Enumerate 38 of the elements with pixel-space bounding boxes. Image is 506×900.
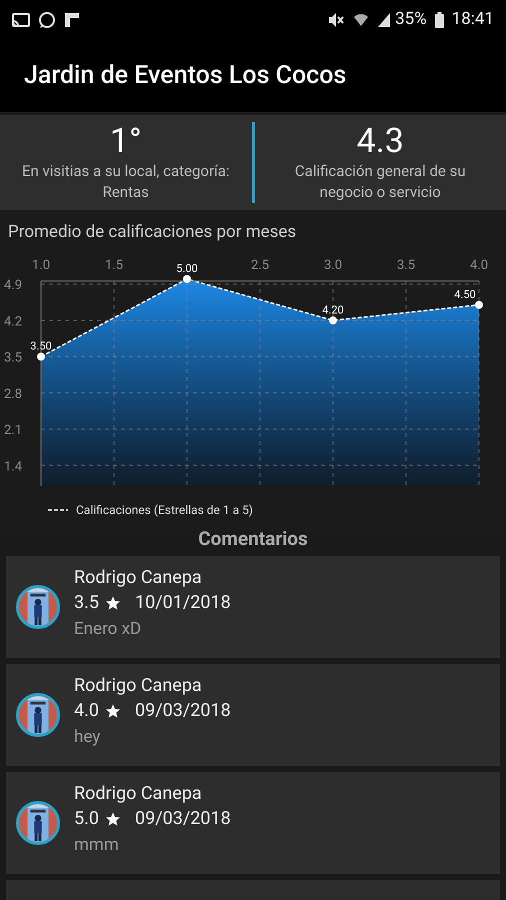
rating: 3.5 bbox=[74, 591, 99, 615]
comment-text: hey bbox=[74, 726, 102, 749]
y-tick-label: 1.4 bbox=[4, 459, 22, 474]
y-tick-label: 3.5 bbox=[4, 350, 22, 366]
x-tick-label: 3.0 bbox=[324, 258, 342, 273]
x-tick-label: 1.5 bbox=[104, 258, 124, 273]
author-name: Rodrigo Canepa bbox=[74, 566, 203, 590]
stat-label: En visitias a su local, categoría: Rentas bbox=[20, 161, 231, 203]
comment-text: Enero xD bbox=[74, 618, 142, 641]
value-label: 3.50 bbox=[30, 340, 52, 353]
y-tick-label: 2.8 bbox=[4, 386, 22, 402]
x-tick-label: 3.5 bbox=[396, 258, 416, 273]
author-name: Rodrigo Canepa bbox=[74, 674, 203, 698]
y-tick-label: 4.9 bbox=[4, 278, 22, 294]
comment-date: 09/03/2018 bbox=[134, 807, 231, 831]
comment-date: 09/03/2018 bbox=[134, 699, 231, 723]
rating: 5.0 bbox=[74, 807, 99, 831]
x-tick-label: 4.0 bbox=[470, 258, 488, 273]
y-tick-label: 4.2 bbox=[4, 314, 22, 330]
app-title: Jardin de Eventos Los Cocos bbox=[24, 60, 346, 92]
stat-value: 4.3 bbox=[356, 121, 404, 161]
comment-date: 10/01/2018 bbox=[134, 591, 231, 615]
stat-label: Calificación general de su negocio o servicio bbox=[294, 161, 467, 203]
comment-text: mmm bbox=[74, 834, 120, 857]
y-tick-label: 2.1 bbox=[4, 423, 22, 438]
legend-label: Calificaciones (Estrellas de 1 a 5) bbox=[76, 503, 253, 517]
x-tick-label: 2.5 bbox=[250, 258, 270, 273]
chart-title: Promedio de calificaciones por meses bbox=[7, 221, 298, 244]
rating: 4.0 bbox=[74, 699, 99, 723]
stat-value: 1° bbox=[110, 121, 142, 161]
battery-percent: 35% bbox=[395, 8, 427, 32]
x-tick-label: 1.0 bbox=[32, 258, 50, 273]
value-label: 4.50 bbox=[454, 288, 476, 301]
comments-heading: Comentarios bbox=[197, 528, 309, 550]
author-name: Rodrigo Canepa bbox=[74, 782, 203, 806]
value-label: 4.20 bbox=[322, 303, 344, 316]
value-label: 5.00 bbox=[176, 262, 198, 275]
clock: 18:41 bbox=[452, 8, 494, 32]
